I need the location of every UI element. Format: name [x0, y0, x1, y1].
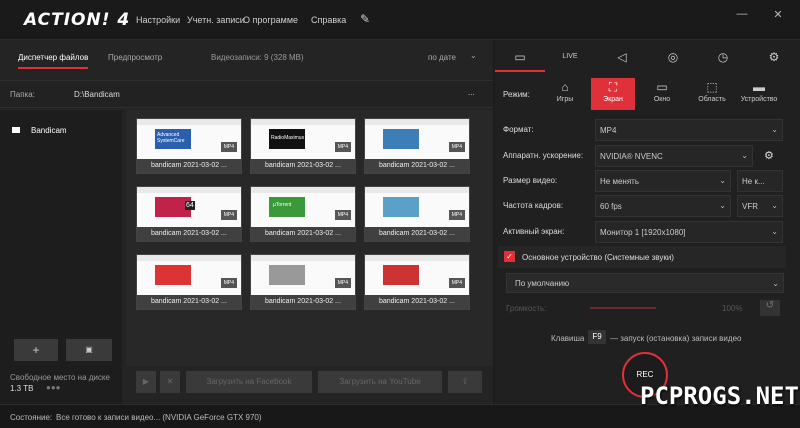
folder-path-row: Папка: D:\Bandicam ... — [0, 80, 493, 108]
size-extra-select[interactable]: Не к... — [737, 170, 783, 192]
gamepad-icon: ⌂ — [561, 80, 569, 94]
status-text: Все готово к записи видео... (NVIDIA GeF… — [56, 413, 262, 422]
hotkey-key[interactable]: F9 — [588, 330, 606, 344]
video-tab-icon[interactable]: ▭ — [495, 42, 545, 72]
timer-tab-icon[interactable]: ◷ — [698, 42, 748, 72]
folder-add-icon[interactable]: ▣ — [66, 339, 112, 361]
upload-icon[interactable]: ⇧ — [448, 371, 482, 393]
status-label: Состояние: — [10, 413, 53, 422]
video-thumbnail[interactable]: MP4 bandicam 2021-03-02 ... — [250, 254, 356, 310]
chevron-down-icon: ⌄ — [719, 201, 726, 210]
close-button[interactable]: ✕ — [770, 8, 786, 21]
pen-icon[interactable]: ✎ — [360, 12, 370, 26]
minimize-button[interactable]: — — [734, 8, 750, 20]
audio-device-label: Основное устройство (Системные звуки) — [522, 253, 674, 262]
path-value[interactable]: D:\Bandicam — [74, 90, 120, 99]
chevron-down-icon: ⌄ — [741, 151, 748, 160]
accel-row: Аппаратн. ускорение: NVIDIA® NVENC ⌄ ⚙ — [500, 145, 785, 167]
volume-value: 100% — [722, 304, 743, 313]
mode-label: Режим: — [503, 90, 530, 99]
camera-tab-icon[interactable]: ◎ — [648, 42, 698, 72]
video-thumbnail[interactable]: MP4 bandicam 2021-03-02 ... — [364, 118, 470, 174]
format-row: Формат: MP4 ⌄ — [500, 119, 785, 141]
delete-button[interactable]: ✕ — [160, 371, 180, 393]
chevron-down-icon: ⌄ — [771, 125, 778, 134]
video-thumbnail[interactable]: Advanced SystemCare MP4 bandicam 2021-03-0… — [136, 118, 242, 174]
accel-select[interactable]: NVIDIA® NVENC ⌄ — [595, 145, 753, 167]
tab-file-manager[interactable]: Диспетчер файлов — [18, 53, 89, 69]
size-row: Размер видео: Не менять ⌄ Не к... — [500, 170, 785, 192]
hotkey-prefix: Клавиша — [551, 334, 585, 343]
size-select[interactable]: Не менять ⌄ — [595, 170, 731, 192]
mode-window[interactable]: ▭ Окно — [640, 78, 684, 110]
video-thumbnail[interactable]: μTorrent MP4 bandicam 2021-03-02 ... — [250, 186, 356, 242]
chevron-down-icon: ⌄ — [772, 279, 779, 288]
screen-row: Активный экран: Монитор 1 [1920x1080] ⌄ — [500, 221, 785, 243]
recordings-count: Видеозаписи: 9 (328 MB) — [211, 53, 304, 62]
volume-label: Громкость: — [506, 304, 547, 313]
thumbnail-grid: Advanced SystemCare MP4 bandicam 2021-03-0… — [126, 110, 493, 366]
menu-about[interactable]: О программе — [243, 15, 298, 25]
format-select[interactable]: MP4 ⌄ — [595, 119, 783, 141]
chevron-down-icon: ⌄ — [719, 176, 726, 185]
live-tab[interactable]: LIVE — [545, 42, 595, 72]
gear-icon[interactable]: ⚙ — [764, 149, 774, 162]
free-space-label: Свободное место на диске — [10, 373, 110, 382]
video-thumbnail[interactable]: MP4 bandicam 2021-03-02 ... — [364, 186, 470, 242]
video-thumbnail[interactable]: MP4 bandicam 2021-03-02 ... — [136, 254, 242, 310]
window-icon: ▭ — [656, 80, 668, 94]
screen-select[interactable]: Монитор 1 [1920x1080] ⌄ — [595, 221, 783, 243]
screen-icon: ⛶ — [608, 80, 618, 94]
title-bar: ACTION! 4 Настройки Учетн. записи О прог… — [0, 0, 800, 40]
sort-select[interactable]: по дате — [428, 53, 456, 62]
free-space-value: 1.3 TB — [10, 384, 34, 393]
audio-checkbox[interactable]: ✓ — [504, 251, 515, 262]
add-folder-button[interactable]: + — [14, 339, 58, 361]
mode-device[interactable]: ▬ Устройство — [737, 78, 781, 110]
device-icon: ▬ — [753, 80, 765, 94]
fps-row: Частота кадров: 60 fps ⌄ VFR ⌄ — [500, 195, 785, 217]
more-icon: ●●● — [46, 383, 61, 392]
audio-tab-icon[interactable]: ◁ — [597, 42, 647, 72]
video-thumbnail[interactable]: MP4 bandicam 2021-03-02 ... — [364, 254, 470, 310]
mode-area[interactable]: ⬚ Область — [690, 78, 734, 110]
mode-screen[interactable]: ⛶ Экран — [591, 78, 635, 110]
audio-device-select[interactable]: По умолчанию ⌄ — [506, 273, 784, 293]
mode-games[interactable]: ⌂ Игры — [543, 78, 587, 110]
volume-slider[interactable] — [590, 307, 656, 309]
video-thumbnail[interactable]: 64 MP4 bandicam 2021-03-02 ... — [136, 186, 242, 242]
fps-select[interactable]: 60 fps ⌄ — [595, 195, 731, 217]
app-logo: ACTION! 4 — [24, 10, 131, 30]
vfr-select[interactable]: VFR ⌄ — [737, 195, 783, 217]
chevron-down-icon[interactable]: ⌄ — [470, 51, 477, 60]
hotkey-suffix: — запуск (остановка) записи видео — [610, 334, 742, 343]
folder-item[interactable]: Bandicam — [31, 126, 67, 135]
gear-tab-icon[interactable]: ⚙ — [749, 42, 799, 72]
browse-button[interactable]: ... — [468, 88, 475, 97]
chevron-down-icon: ⌄ — [771, 227, 778, 236]
menu-settings[interactable]: Настройки — [136, 15, 180, 25]
upload-youtube-button[interactable]: Загрузить на YouTube — [318, 371, 442, 393]
audio-device-row: ✓ Основное устройство (Системные звуки) — [498, 246, 786, 268]
menu-help[interactable]: Справка — [311, 15, 346, 25]
upload-facebook-button[interactable]: Загрузить на Facebook — [186, 371, 312, 393]
reset-icon[interactable]: ↺ — [760, 300, 780, 316]
menu-accounts[interactable]: Учетн. записи — [187, 15, 245, 25]
tab-preview[interactable]: Предпросмотр — [108, 53, 162, 62]
path-label: Папка: — [10, 90, 35, 99]
folder-icon — [12, 127, 20, 133]
play-button[interactable]: ▶ — [136, 371, 156, 393]
area-icon: ⬚ — [706, 80, 718, 94]
video-thumbnail[interactable]: RadioMaximus MP4 bandicam 2021-03-02 ... — [250, 118, 356, 174]
watermark: PCPROGS.NET — [640, 382, 799, 410]
